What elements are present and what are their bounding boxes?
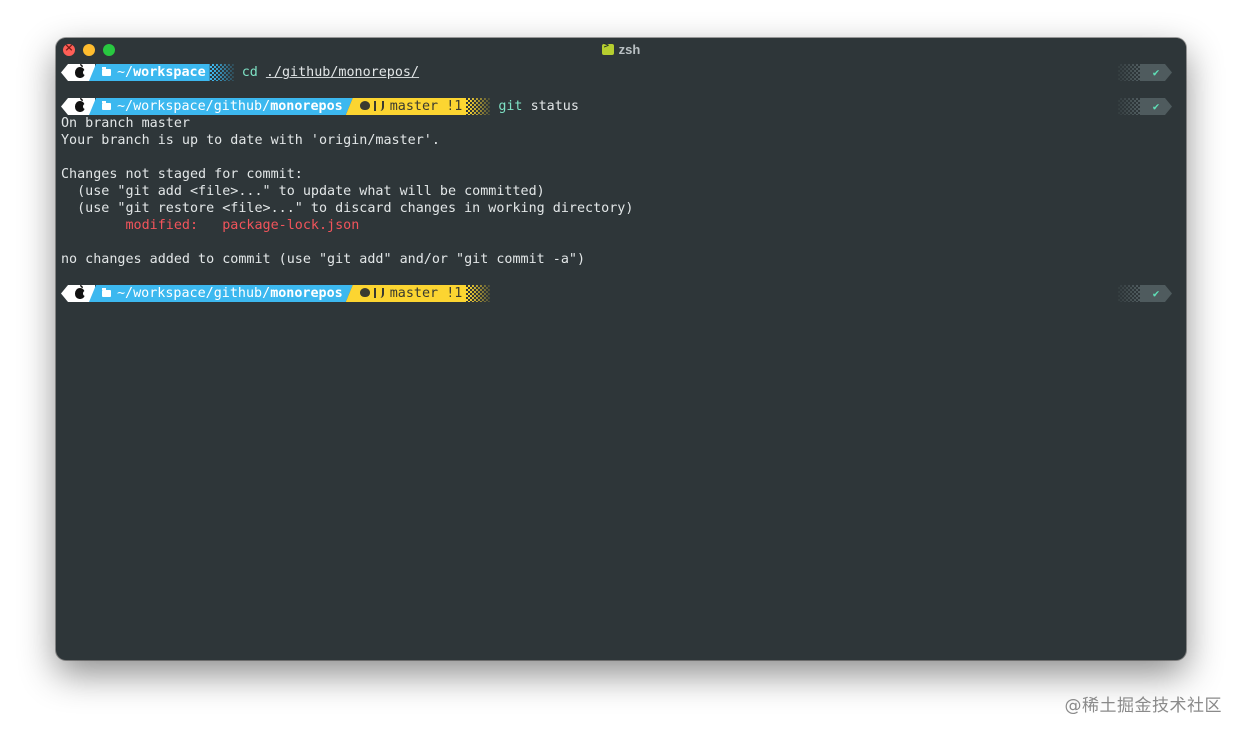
window-title: zsh — [56, 41, 1186, 57]
success-check-icon: ✔ — [1140, 285, 1172, 302]
path-leaf: monorepos — [270, 286, 343, 301]
git-changes: !1 — [446, 99, 463, 114]
prompt-line: ~/workspace cd ./github/monorepos/ ✔ — [61, 64, 1178, 81]
path-dir: ~/workspace/github/ — [117, 99, 271, 114]
command-name: git — [498, 99, 523, 114]
path-segment: ~/workspace/github/monorepos — [89, 98, 353, 115]
terminal-content[interactable]: ~/workspace cd ./github/monorepos/ ✔ ~/wo… — [61, 64, 1178, 302]
apple-icon — [75, 285, 87, 299]
watermark: @稀土掘金技术社区 — [1064, 696, 1222, 716]
command-argument: status — [530, 99, 579, 114]
window-title-text: zsh — [618, 42, 641, 57]
git-segment: master !1 — [345, 285, 467, 302]
segment-fade — [209, 64, 234, 81]
modified-file: package-lock.json — [222, 218, 360, 233]
status-segment: ✔ — [1118, 64, 1172, 81]
folder-icon — [102, 290, 111, 297]
segment-fade — [1118, 285, 1140, 302]
segment-fade — [1118, 64, 1140, 81]
modified-label: modified: — [125, 218, 199, 233]
segment-fade — [466, 285, 491, 302]
status-segment: ✔ — [1118, 98, 1172, 115]
github-icon — [359, 288, 370, 297]
terminal-window: zsh ~/workspace cd ./github/monorepos/ ✔ … — [56, 38, 1186, 660]
terminal-icon — [601, 41, 614, 55]
git-segment: master !1 — [345, 98, 467, 115]
branch-icon — [373, 101, 384, 111]
path-dir: ~/ — [117, 65, 134, 80]
output-line: Your branch is up to date with 'origin/m… — [61, 133, 440, 148]
git-branch: master — [389, 286, 439, 301]
prompt-line: ~/workspace/github/monorepos master !1 git… — [61, 98, 1178, 115]
command-line: git status — [498, 98, 579, 115]
segment-fade — [1118, 98, 1140, 115]
segment-fade — [466, 98, 491, 115]
success-check-icon: ✔ — [1140, 64, 1172, 81]
command-line: cd ./github/monorepos/ — [242, 64, 419, 81]
command-argument: ./github/monorepos/ — [265, 65, 420, 80]
path-dir: ~/workspace/github/ — [117, 286, 271, 301]
os-segment — [61, 98, 95, 115]
command-name: cd — [241, 65, 258, 80]
output-line: On branch master — [61, 116, 190, 131]
git-changes: !1 — [446, 286, 463, 301]
success-check-icon: ✔ — [1140, 98, 1172, 115]
os-segment — [61, 64, 95, 81]
prompt-line: ~/workspace/github/monorepos master !1 ✔ — [61, 285, 1178, 302]
os-segment — [61, 285, 95, 302]
path-leaf: workspace — [133, 65, 206, 80]
path-segment: ~/workspace/github/monorepos — [89, 285, 353, 302]
apple-icon — [75, 64, 87, 78]
path-segment: ~/workspace — [89, 64, 210, 81]
output-line: (use "git restore <file>..." to discard … — [61, 201, 634, 216]
folder-icon — [102, 67, 111, 76]
output-line: (use "git add <file>..." to update what … — [61, 184, 545, 199]
modified-file-line: modified: package-lock.json — [61, 217, 1178, 234]
github-icon — [359, 101, 370, 110]
output-line: no changes added to commit (use "git add… — [61, 252, 586, 267]
output-line: Changes not staged for commit: — [61, 167, 303, 182]
folder-icon — [102, 103, 111, 110]
branch-icon — [373, 288, 384, 298]
status-segment: ✔ — [1118, 285, 1172, 302]
path-leaf: monorepos — [270, 99, 343, 114]
apple-icon — [75, 98, 87, 112]
title-bar: zsh — [56, 38, 1186, 62]
git-branch: master — [389, 99, 439, 114]
